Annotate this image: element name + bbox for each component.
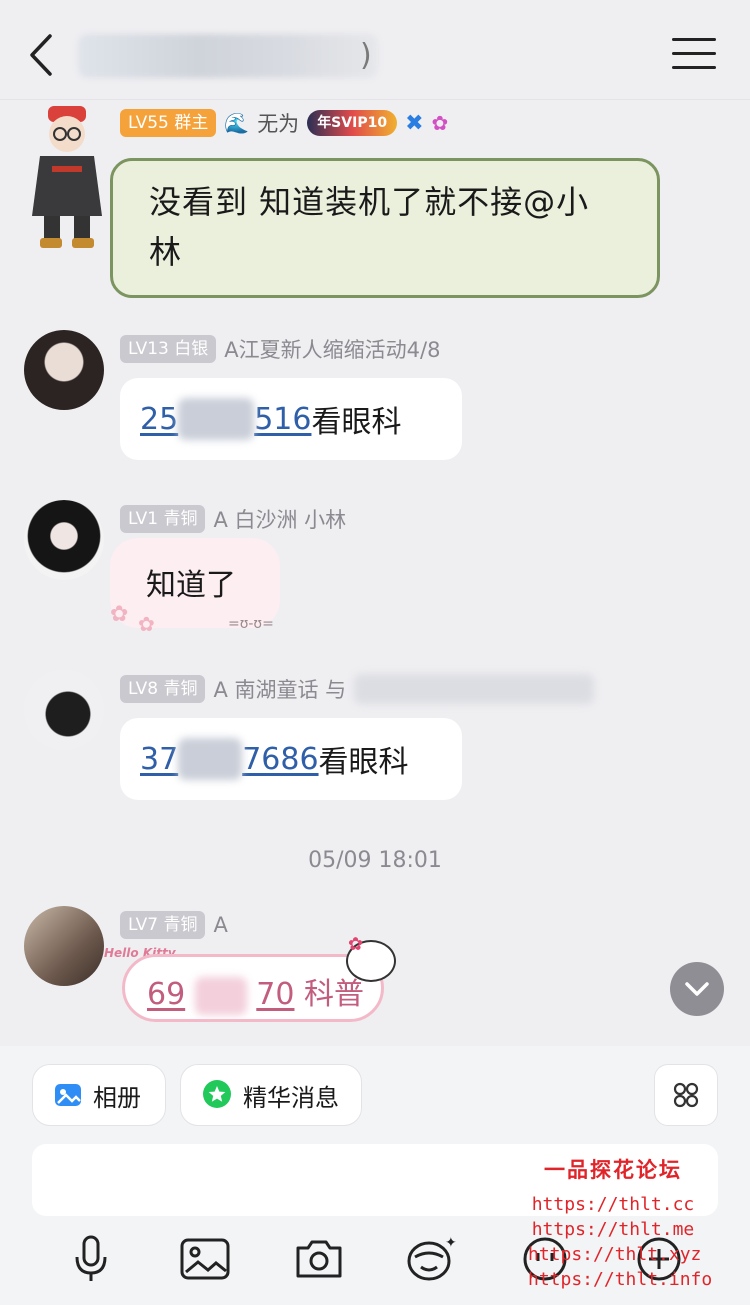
sender-name: A 白沙洲 小林 — [213, 508, 347, 532]
phone-number-suffix[interactable]: 7686 — [242, 742, 318, 777]
phone-number-prefix[interactable]: 69 — [147, 977, 185, 1012]
avatar-illustration — [32, 106, 102, 248]
menu-icon-line — [672, 66, 716, 69]
message-bubble[interactable]: 没看到 知道装机了就不接@小林 — [110, 158, 660, 298]
avatar[interactable] — [24, 906, 104, 986]
message-text: 知道了 — [146, 568, 236, 603]
role-text: 群主 — [174, 113, 209, 133]
level-text: LV1 — [128, 509, 159, 529]
sender-name: 无为 — [257, 112, 300, 136]
grid-icon — [673, 1082, 699, 1108]
essence-messages-button[interactable]: 精华消息 — [180, 1064, 362, 1126]
more-apps-button[interactable] — [654, 1064, 718, 1126]
status-bar — [0, 0, 750, 8]
message-text: 科普 — [304, 977, 365, 1012]
camera-button[interactable] — [292, 1232, 346, 1286]
phone-number-suffix[interactable]: 70 — [256, 977, 294, 1012]
redaction-blur — [194, 976, 247, 1015]
message-text: 看眼科 — [318, 745, 409, 780]
avatar[interactable] — [22, 106, 112, 256]
redaction-blur — [178, 738, 243, 780]
sender-meta: LV1 青铜 A 白沙洲 小林 — [120, 504, 346, 534]
album-label: 相册 — [93, 1083, 141, 1112]
sender-meta: LV8 青铜 A 南湖童话 与 — [120, 674, 595, 704]
group-title-suffix: ) — [360, 38, 372, 73]
level-badge: LV13 白银 — [120, 335, 217, 363]
x-badge-icon: ✖ — [405, 110, 424, 136]
chevron-down-icon — [685, 982, 709, 996]
role-text: 青铜 — [163, 509, 198, 529]
menu-icon-line — [672, 52, 716, 55]
image-icon — [180, 1238, 230, 1280]
level-badge: LV1 青铜 — [120, 505, 206, 533]
level-text: LV7 — [128, 915, 159, 935]
sender-meta: LV7 青铜 A — [120, 910, 228, 940]
message-text: 没看到 知道装机了就不接@小林 — [149, 183, 590, 271]
watermark-title: 一品探花论坛 — [544, 1157, 682, 1182]
flower-badge-icon: ✿ — [431, 111, 449, 135]
avatar[interactable] — [24, 670, 104, 750]
sender-name: A — [213, 913, 228, 937]
svg-text:✦: ✦ — [445, 1235, 457, 1251]
vip-badge: 年SVIP10 — [307, 110, 398, 136]
star-chat-icon — [203, 1080, 231, 1108]
sakura-icon: ✿ — [138, 612, 155, 636]
album-icon — [55, 1084, 81, 1106]
group-title-redacted — [78, 34, 378, 78]
phone-number-suffix[interactable]: 516 — [254, 402, 311, 437]
timestamp-divider: 05/09 18:01 — [308, 848, 442, 873]
message-bubble[interactable]: 知道了 — [110, 538, 280, 628]
sender-meta: LV13 白银 A江夏新人缩缩活动4/8 — [120, 334, 440, 364]
menu-button[interactable] — [672, 38, 716, 74]
emoji-icon: ✦ — [407, 1235, 457, 1281]
avatar-emoji-button[interactable]: ✦ — [404, 1232, 458, 1286]
essence-label: 精华消息 — [243, 1083, 339, 1112]
message-bubble[interactable]: 25 516 看眼科 — [120, 378, 462, 460]
camera-icon — [296, 1240, 342, 1278]
role-text: 青铜 — [163, 679, 198, 699]
level-text: LV55 — [128, 113, 169, 133]
phone-number-prefix[interactable]: 37 — [140, 742, 178, 777]
watermark-url: https://thlt.cc — [531, 1194, 695, 1215]
chevron-left-icon — [30, 34, 52, 76]
watermark-url: https://thlt.info — [528, 1269, 713, 1290]
avatar[interactable] — [24, 500, 104, 580]
level-badge: LV7 青铜 — [120, 911, 206, 939]
avatar[interactable] — [24, 330, 104, 410]
scroll-to-bottom-button[interactable] — [670, 962, 724, 1016]
watermark-url: https://thlt.xyz — [528, 1244, 702, 1265]
voice-button[interactable] — [64, 1232, 118, 1286]
message-text: 看眼科 — [311, 405, 402, 440]
watermark: 一品探花论坛 https://thlt.cc https://thlt.me h… — [528, 1154, 713, 1292]
redaction-blur — [354, 674, 595, 704]
album-button[interactable]: 相册 — [32, 1064, 166, 1126]
message-bubble[interactable]: 37 7686 看眼科 — [120, 718, 462, 800]
role-text: 青铜 — [163, 915, 198, 935]
menu-icon-line — [672, 38, 716, 41]
sender-meta: LV55 群主 🌊 无为 年SVIP10 ✖ ✿ — [120, 108, 448, 138]
gallery-button[interactable] — [178, 1232, 232, 1286]
role-text: 白银 — [174, 339, 209, 359]
bow-icon: ✿ — [348, 934, 364, 955]
watermark-url: https://thlt.me — [531, 1219, 695, 1240]
redaction-blur — [178, 398, 255, 440]
level-badge: LV55 群主 — [120, 109, 217, 137]
sticker-face-text: =ʊ-ʊ= — [228, 616, 274, 632]
message-bubble[interactable]: 69 70 科普 — [122, 954, 384, 1022]
sender-name: A 南湖童话 与 — [213, 678, 347, 702]
back-button[interactable] — [22, 30, 62, 80]
sakura-icon: ✿ — [110, 602, 129, 627]
chat-header: ) — [0, 8, 750, 100]
wave-icon: 🌊 — [224, 111, 250, 135]
level-text: LV13 — [128, 339, 169, 359]
level-badge: LV8 青铜 — [120, 675, 206, 703]
phone-number-prefix[interactable]: 25 — [140, 402, 178, 437]
level-text: LV8 — [128, 679, 159, 699]
microphone-icon — [75, 1235, 107, 1281]
sender-name: A江夏新人缩缩活动4/8 — [224, 338, 441, 362]
